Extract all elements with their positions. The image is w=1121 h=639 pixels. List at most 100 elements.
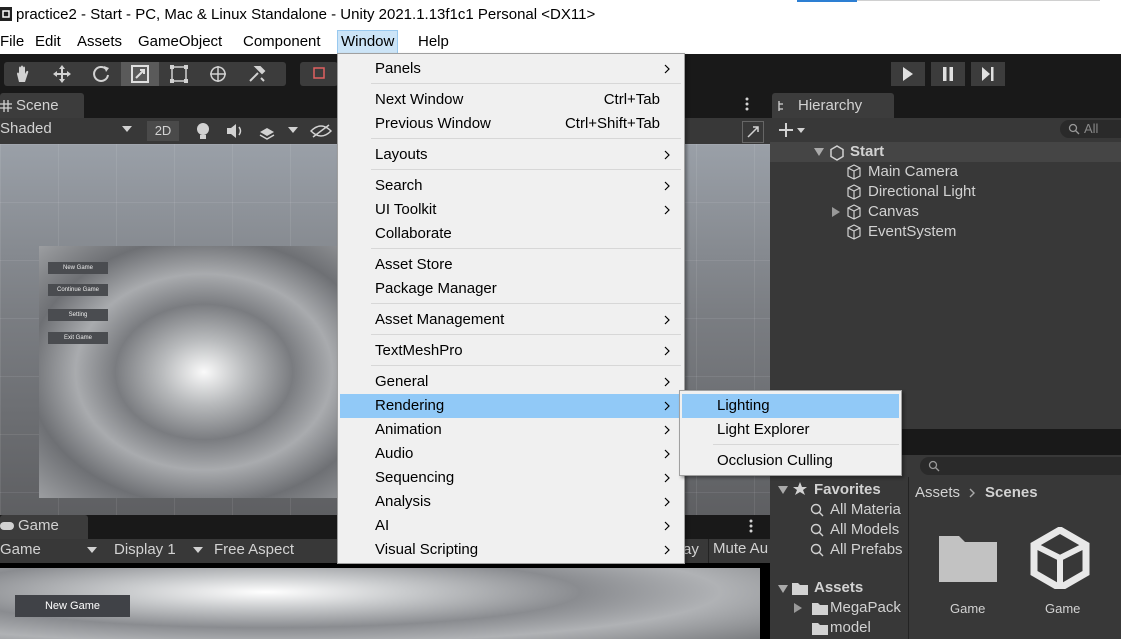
titlebar-divider (857, 0, 1100, 1)
menu-separator (371, 169, 681, 170)
pause-button[interactable] (931, 62, 965, 86)
menu-gameobject[interactable]: GameObject (135, 32, 225, 52)
effects-icon[interactable] (258, 122, 276, 140)
menu-item-label: Collaborate (375, 225, 452, 242)
menu-item-ai[interactable]: AI (340, 514, 682, 538)
expand-arrow-icon[interactable] (778, 486, 788, 494)
game-viewport[interactable]: New Game (0, 563, 770, 639)
menu-item-previous-window[interactable]: Previous Window Ctrl+Shift+Tab (340, 112, 682, 136)
transform-tool-icon[interactable] (199, 62, 237, 86)
tab-game[interactable]: Game (0, 515, 88, 539)
scene-ui-button: New Game (48, 262, 108, 274)
menu-item-next-window[interactable]: Next Window Ctrl+Tab (340, 88, 682, 112)
project-item-label[interactable]: Game (1045, 599, 1080, 619)
game-new-game-button[interactable]: New Game (15, 595, 130, 617)
chevron-down-icon[interactable] (288, 127, 298, 133)
hierarchy-item[interactable]: EventSystem (868, 222, 956, 242)
folder-item[interactable]: MegaPack (830, 598, 901, 618)
visibility-toggle-icon[interactable] (310, 123, 332, 139)
chevron-right-icon (664, 205, 670, 215)
kebab-menu-icon[interactable] (744, 97, 750, 111)
menu-item-lighting[interactable]: Lighting (682, 394, 899, 418)
display-dropdown[interactable]: Display 1 (114, 541, 176, 558)
menu-item-layouts[interactable]: Layouts (340, 143, 682, 167)
breadcrumb-item[interactable]: Assets (915, 483, 960, 503)
menu-component[interactable]: Component (240, 32, 324, 52)
chevron-down-icon[interactable] (122, 126, 132, 132)
hierarchy-item[interactable]: Main Camera (868, 162, 958, 182)
tab-scene[interactable]: Scene (0, 93, 84, 118)
menu-window[interactable]: Window (337, 30, 399, 54)
step-button[interactable] (971, 62, 1005, 86)
project-search-input[interactable] (920, 457, 1121, 475)
play-button[interactable] (891, 62, 925, 86)
game-mode-dropdown[interactable]: Game (0, 541, 41, 558)
menu-item-sequencing[interactable]: Sequencing (340, 466, 682, 490)
favorites-item[interactable]: All Models (830, 520, 899, 540)
unity-scene-icon (829, 145, 845, 161)
menu-item-label: General (375, 373, 429, 390)
expand-arrow-icon[interactable] (794, 603, 802, 613)
maximize-icon[interactable] (742, 121, 764, 143)
menu-item-asset-management[interactable]: Asset Management (340, 308, 682, 332)
menu-item-collaborate[interactable]: Collaborate (340, 222, 682, 246)
folder-item[interactable]: model (830, 618, 871, 638)
hand-tool-icon[interactable] (4, 62, 42, 86)
menu-item-occlusion-culling[interactable]: Occlusion Culling (682, 449, 899, 473)
mute-audio-toggle[interactable]: Mute Au (708, 539, 768, 563)
assets-root-label[interactable]: Assets (814, 578, 863, 598)
expand-arrow-icon[interactable] (814, 148, 824, 156)
list-icon (778, 100, 790, 112)
favorites-item[interactable]: All Materia (830, 500, 901, 520)
menu-item-search[interactable]: Search (340, 174, 682, 198)
lightbulb-icon[interactable] (196, 122, 210, 140)
shading-mode-dropdown[interactable]: Shaded (0, 120, 52, 137)
aspect-dropdown[interactable]: Free Aspect (214, 541, 294, 558)
unity-scene-icon[interactable] (1029, 527, 1091, 589)
audio-icon[interactable] (226, 123, 244, 139)
menu-item-analysis[interactable]: Analysis (340, 490, 682, 514)
tab-hierarchy[interactable]: Hierarchy (772, 93, 894, 118)
rotate-tool-icon[interactable] (82, 62, 120, 86)
toggle-2d-button[interactable]: 2D (147, 121, 179, 141)
menu-item-general[interactable]: General (340, 370, 682, 394)
menu-item-audio[interactable]: Audio (340, 442, 682, 466)
hierarchy-item[interactable]: Directional Light (868, 182, 976, 202)
project-item-label[interactable]: Game (950, 599, 985, 619)
move-tool-icon[interactable] (43, 62, 81, 86)
menu-item-panels[interactable]: Panels (340, 57, 682, 81)
menu-item-package-manager[interactable]: Package Manager (340, 277, 682, 301)
menu-item-ui-toolkit[interactable]: UI Toolkit (340, 198, 682, 222)
menu-item-rendering[interactable]: Rendering (340, 394, 682, 418)
add-icon[interactable] (778, 121, 806, 139)
menu-item-visual-scripting[interactable]: Visual Scripting (340, 538, 682, 562)
menu-item-label: Asset Management (375, 311, 505, 328)
chevron-down-icon[interactable] (87, 547, 97, 553)
menu-assets[interactable]: Assets (74, 32, 125, 52)
menu-separator (371, 248, 681, 249)
expand-arrow-icon[interactable] (778, 585, 788, 593)
menu-item-textmeshpro[interactable]: TextMeshPro (340, 339, 682, 363)
scene-header-row[interactable]: Start (770, 142, 1121, 162)
play-maximized-toggle[interactable]: ay (683, 541, 699, 558)
menu-file[interactable]: File (0, 32, 27, 52)
hierarchy-search-input[interactable]: All (1060, 120, 1121, 138)
scale-tool-icon[interactable] (121, 62, 159, 86)
folder-icon[interactable] (937, 532, 999, 584)
expand-arrow-icon[interactable] (832, 207, 840, 217)
menu-item-animation[interactable]: Animation (340, 418, 682, 442)
breadcrumb-item[interactable]: Scenes (985, 483, 1038, 503)
pivot-toggle[interactable] (300, 62, 338, 86)
favorites-item[interactable]: All Prefabs (830, 540, 903, 560)
chevron-right-icon (664, 150, 670, 160)
custom-tool-icon[interactable] (238, 62, 276, 86)
favorites-label[interactable]: Favorites (814, 480, 881, 500)
menu-item-asset-store[interactable]: Asset Store (340, 253, 682, 277)
menu-help[interactable]: Help (415, 32, 452, 52)
menu-edit[interactable]: Edit (32, 32, 64, 52)
menu-item-light-explorer[interactable]: Light Explorer (682, 418, 899, 442)
rect-tool-icon[interactable] (160, 62, 198, 86)
kebab-menu-icon[interactable] (748, 519, 754, 533)
hierarchy-item[interactable]: Canvas (868, 202, 919, 222)
chevron-down-icon[interactable] (193, 547, 203, 553)
